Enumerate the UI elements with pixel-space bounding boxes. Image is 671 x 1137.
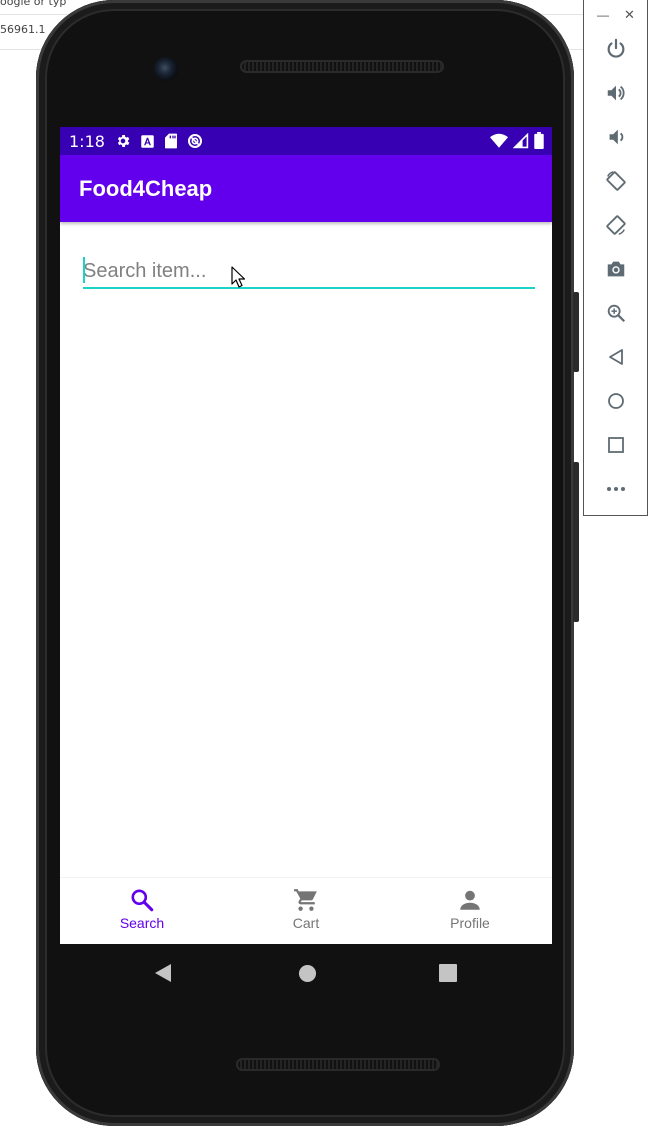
- recents-icon: [439, 964, 457, 982]
- cell-signal-icon: [513, 132, 529, 148]
- app-bar: Food4Cheap: [60, 155, 552, 222]
- emulator-back-button[interactable]: [604, 345, 628, 369]
- browser-search-fragment: oogle or typ: [0, 0, 67, 8]
- more-icon: [607, 487, 625, 491]
- power-icon: [607, 38, 625, 58]
- overview-icon: [608, 437, 624, 453]
- screenshot-button[interactable]: [604, 257, 628, 281]
- nav-item-profile[interactable]: Profile: [388, 878, 552, 944]
- a-box-icon: [141, 134, 154, 148]
- sd-card-icon: [165, 133, 177, 149]
- rotate-right-button[interactable]: [604, 213, 628, 237]
- front-camera: [154, 57, 178, 81]
- nav-item-cart[interactable]: Cart: [224, 878, 388, 944]
- search-input[interactable]: [83, 255, 535, 289]
- gear-icon: [117, 135, 130, 147]
- volume-down-button[interactable]: [604, 125, 628, 149]
- home-icon: [608, 393, 624, 409]
- power-button[interactable]: [604, 37, 628, 61]
- text-caret: [83, 257, 85, 283]
- bottom-navigation: Search Cart Profile: [60, 877, 552, 944]
- battery-icon: [534, 132, 544, 149]
- rotate-left-button[interactable]: [604, 169, 628, 193]
- zoom-icon: [607, 304, 626, 323]
- wifi-icon: [490, 133, 508, 148]
- system-home-button[interactable]: [292, 944, 322, 1002]
- nav-label-profile: Profile: [450, 915, 490, 931]
- cart-icon: [294, 889, 317, 911]
- nav-label-search: Search: [119, 915, 165, 931]
- volume-down-icon: [609, 129, 624, 145]
- search-field[interactable]: [83, 255, 535, 291]
- rotate-right-icon: [606, 215, 626, 235]
- mouse-pointer-icon: [231, 266, 245, 288]
- panel-minimize-button[interactable]: —: [597, 8, 609, 22]
- no-sign-icon: [188, 134, 202, 148]
- person-icon: [460, 890, 480, 910]
- bottom-speaker: [236, 1058, 440, 1071]
- status-time: 1:18: [69, 132, 105, 151]
- browser-address-fragment: 56961.1: [0, 23, 46, 36]
- nav-label-cart: Cart: [292, 915, 320, 931]
- system-recents-button[interactable]: [433, 944, 463, 1002]
- phone-side-button: [573, 292, 579, 372]
- app-title: Food4Cheap: [79, 176, 213, 201]
- system-back-button[interactable]: [148, 944, 178, 1002]
- emulator-more-button[interactable]: [604, 477, 628, 501]
- emulator-tool-panel: — ✕: [583, 0, 648, 516]
- home-icon: [298, 964, 316, 982]
- rotate-left-icon: [606, 171, 626, 191]
- emulator-home-button[interactable]: [604, 389, 628, 413]
- system-navigation-bar: [60, 944, 552, 1002]
- status-bar: 1:18: [60, 127, 552, 155]
- volume-up-button[interactable]: [604, 81, 628, 105]
- earpiece-speaker: [240, 60, 444, 73]
- device-screen: 1:18 Food4Cheap Search Cart: [60, 127, 552, 944]
- back-icon: [609, 349, 623, 365]
- camera-icon: [607, 261, 625, 277]
- nav-item-search[interactable]: Search: [60, 878, 224, 944]
- zoom-button[interactable]: [604, 301, 628, 325]
- back-icon: [155, 964, 171, 982]
- panel-close-button[interactable]: ✕: [624, 7, 635, 23]
- emulator-overview-button[interactable]: [604, 433, 628, 457]
- search-icon: [131, 889, 154, 912]
- volume-up-icon: [607, 85, 625, 101]
- phone-side-button: [573, 462, 579, 622]
